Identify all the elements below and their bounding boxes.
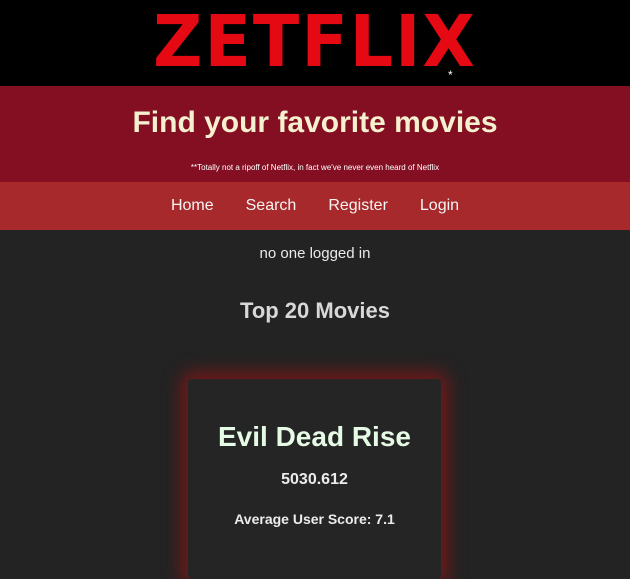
hero-disclaimer: **Totally not a ripoff of Netflix, in fa… <box>190 163 440 172</box>
login-status: no one logged in <box>259 245 371 262</box>
hero-title: Find your favorite movies <box>132 106 498 139</box>
logo-bar: ZETFLIX * <box>0 0 630 86</box>
movie-title: Evil Dead Rise <box>218 421 411 452</box>
movie-card[interactable]: Evil Dead Rise 5030.612 Average User Sco… <box>188 379 441 579</box>
logo-asterisk: * <box>448 68 453 82</box>
main-nav: Home Search Register Login <box>0 182 630 230</box>
nav-register-link[interactable]: Register <box>312 197 404 215</box>
nav-home-link[interactable]: Home <box>155 197 230 215</box>
nav-login-link[interactable]: Login <box>404 197 475 215</box>
section-title: Top 20 Movies <box>240 298 390 323</box>
movie-popularity: 5030.612 <box>281 471 348 488</box>
nav-search-link[interactable]: Search <box>230 197 313 215</box>
hero-banner: Find your favorite movies **Totally not … <box>0 86 630 182</box>
site-logo[interactable]: ZETFLIX <box>153 7 477 78</box>
movie-average-score: Average User Score: 7.1 <box>234 511 395 527</box>
